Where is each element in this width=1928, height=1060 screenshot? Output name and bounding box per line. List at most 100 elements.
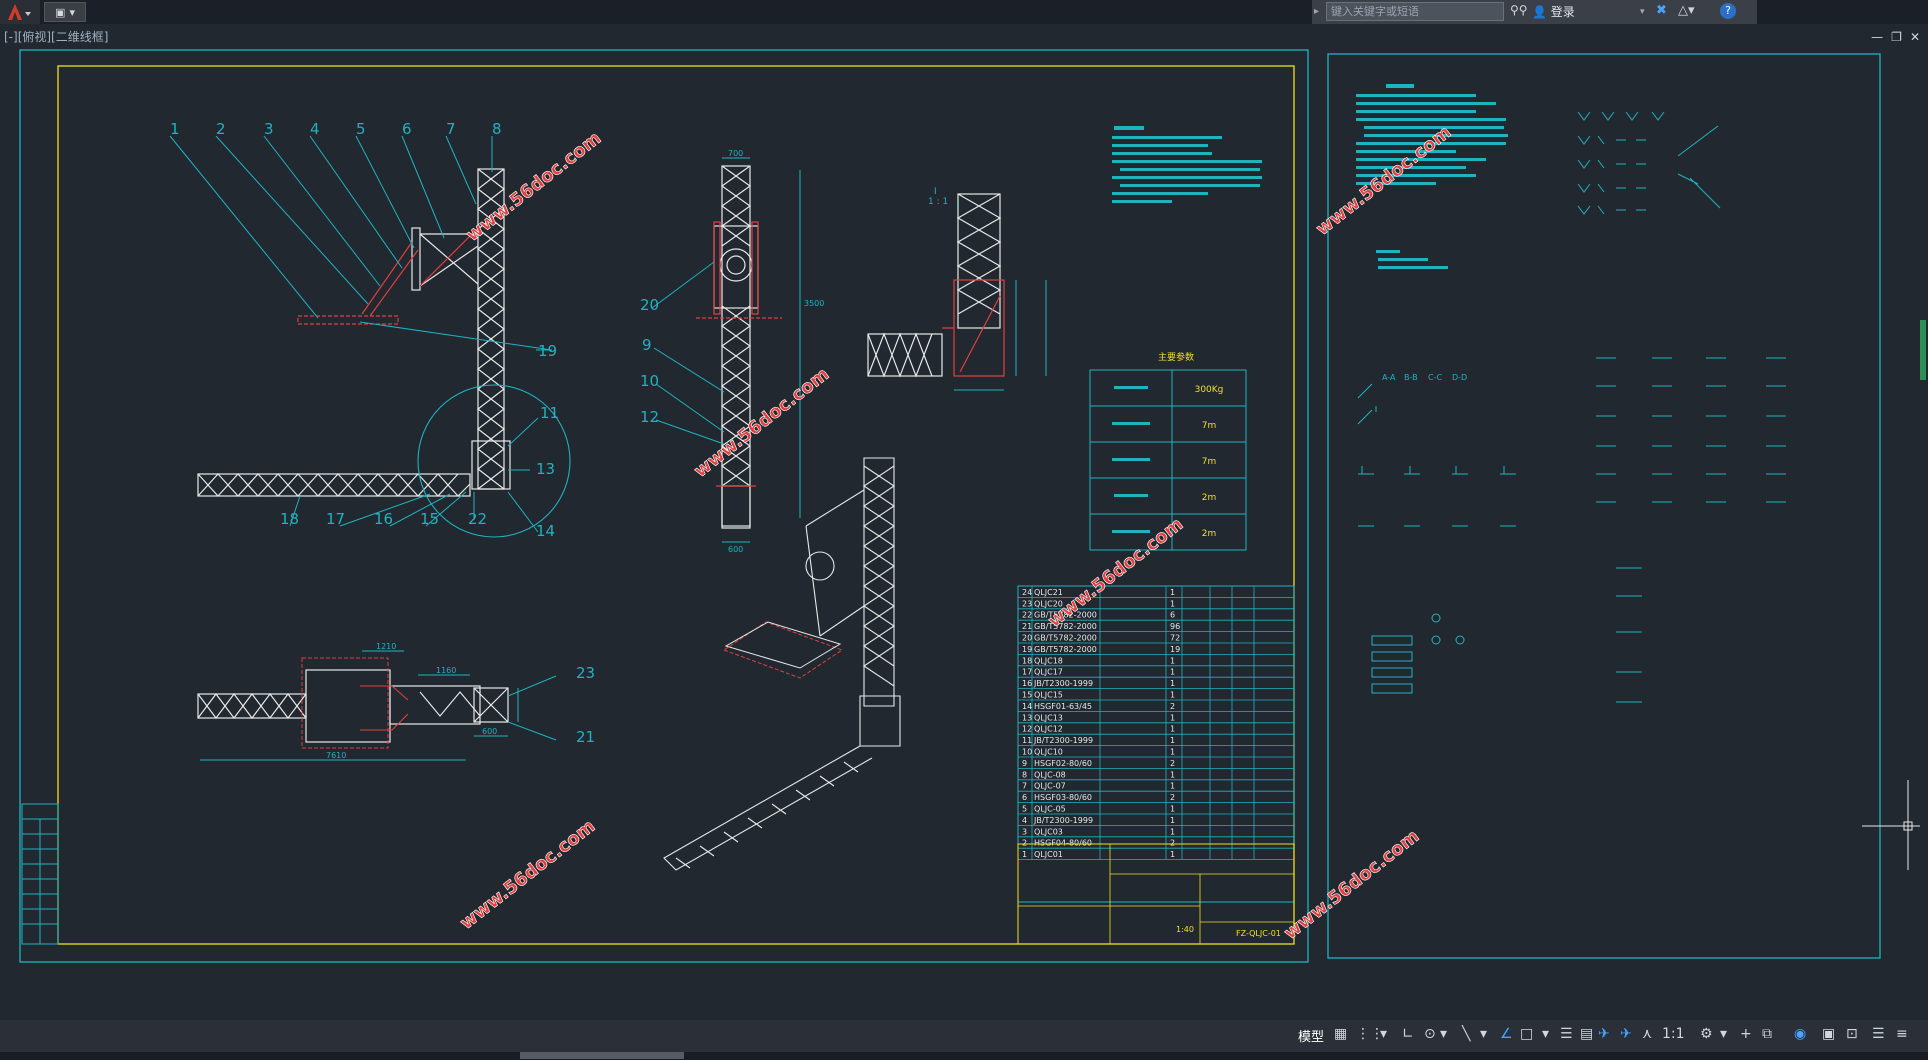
hardware-acceleration-icon[interactable]: ▣ <box>1822 1026 1835 1042</box>
bom-row-number: 3 <box>1022 827 1027 836</box>
restore-icon[interactable]: ❐ <box>1891 30 1902 44</box>
bom-row-number: 12 <box>1022 725 1032 734</box>
svg-text:600: 600 <box>482 727 497 736</box>
drawing-canvas[interactable]: 123 456 78 191113 142215 161718 1210 116… <box>0 46 1928 1018</box>
autocad-a-icon <box>8 4 31 20</box>
login-button[interactable]: 👤 登录 <box>1532 2 1652 22</box>
help-icon[interactable]: ? <box>1720 3 1736 19</box>
bom-row-qty: 1 <box>1170 816 1175 825</box>
bom-row-number: 4 <box>1022 816 1027 825</box>
object-snap-tracking-icon[interactable]: ∠ <box>1500 1026 1513 1042</box>
bom-row-number: 17 <box>1022 668 1032 677</box>
bom-row-code: QLJC21 <box>1034 588 1063 597</box>
sheet-border-right <box>1327 53 1881 959</box>
bom-row-number: 19 <box>1022 645 1032 654</box>
bom-row-code: QLJC03 <box>1034 827 1063 836</box>
bom-row-code: JB/T2300-1999 <box>1033 679 1093 688</box>
isodraft-dropdown-icon[interactable]: ▾ <box>1480 1026 1487 1042</box>
bom-row-code: QLJC18 <box>1034 656 1063 665</box>
svg-text:22: 22 <box>468 510 487 528</box>
bom-row-code: QLJC12 <box>1034 725 1063 734</box>
isolate-objects-icon[interactable]: ◉ <box>1794 1026 1806 1042</box>
bom-row-qty: 1 <box>1170 770 1175 779</box>
units-icon[interactable]: ⧉ <box>1762 1026 1772 1042</box>
bom-row-code: JB/T2300-1999 <box>1033 816 1093 825</box>
section-labels: A-A B-B C-C D-D <box>1382 373 1467 382</box>
login-dropdown-icon[interactable]: ▾ <box>1640 2 1645 22</box>
symbol-library <box>1357 111 1786 703</box>
annotation-visibility-icon[interactable]: ✈ <box>1598 1026 1610 1042</box>
bom-row-number: 21 <box>1022 622 1032 631</box>
param-value-4: 2m <box>1202 493 1217 503</box>
horizontal-scroll-thumb[interactable] <box>520 1052 684 1059</box>
annotation-monitor-icon[interactable]: + <box>1740 1026 1752 1042</box>
bom-row-qty: 1 <box>1170 736 1175 745</box>
minimize-icon[interactable]: — <box>1871 30 1883 44</box>
model-space-button[interactable]: 模型 <box>1298 1026 1324 1045</box>
viewport-controls[interactable]: [-][俯视][二维线框] <box>4 28 108 45</box>
bom-row-number: 13 <box>1022 713 1032 722</box>
clean-screen-icon[interactable]: ⊡ <box>1846 1026 1858 1042</box>
svg-text:20: 20 <box>640 296 659 314</box>
horizontal-scrollbar[interactable] <box>0 1052 1928 1060</box>
bom-row-qty: 1 <box>1170 588 1175 597</box>
bom-row-qty: 2 <box>1170 839 1175 848</box>
bom-row-number: 8 <box>1022 770 1027 779</box>
isodraft-icon[interactable]: ╲ <box>1462 1026 1470 1042</box>
infocenter-expand-icon[interactable]: ▸ <box>1314 2 1326 22</box>
snap-dropdown-icon[interactable]: ▾ <box>1380 1026 1387 1042</box>
workspace-dropdown-icon[interactable]: ▾ <box>1720 1026 1727 1042</box>
annotation-scale-value[interactable]: 1:1 <box>1662 1026 1685 1042</box>
object-snap-dropdown-icon[interactable]: ▾ <box>1542 1026 1549 1042</box>
customization-icon[interactable]: ☰ <box>1872 1026 1885 1042</box>
polar-icon[interactable]: ⊙ <box>1424 1026 1436 1042</box>
autodesk-360-icon[interactable]: △▾ <box>1678 3 1695 18</box>
grid-icon[interactable]: ▦ <box>1334 1026 1347 1042</box>
bom-row-code: QLJC15 <box>1034 691 1063 700</box>
svg-text:8: 8 <box>492 120 502 138</box>
left-margin-table <box>21 803 59 945</box>
bom-row-code: GB/T5782-2000 <box>1034 645 1097 654</box>
exchange-apps-icon[interactable]: ✖ <box>1656 3 1667 18</box>
svg-text:17: 17 <box>326 510 345 528</box>
watermark-text: www.56doc.com <box>462 128 605 246</box>
svg-text:15: 15 <box>420 510 439 528</box>
bom-row-number: 10 <box>1022 748 1032 757</box>
bom-row-number: 18 <box>1022 656 1032 665</box>
search-input[interactable]: 键入关键字或短语 <box>1326 2 1504 21</box>
save-icon[interactable]: ▣ <box>55 6 65 19</box>
bom-row-number: 14 <box>1022 702 1032 711</box>
dim-1210: 1210 <box>376 642 396 651</box>
bom-row-code: QLJC-05 <box>1034 805 1066 814</box>
close-icon[interactable]: ✕ <box>1910 30 1920 44</box>
main-elevation-view: 1 2 3 4 5 6 7 8 19 11 13 14 22 15 16 17 18 <box>169 120 571 540</box>
quick-access-toolbar[interactable]: ▣ ▾ <box>44 2 86 22</box>
bom-row-code: JB/T2300-1999 <box>1033 736 1093 745</box>
search-binoculars-icon[interactable]: ⚲⚲ <box>1510 3 1528 17</box>
workspace-gear-icon[interactable]: ⚙ <box>1700 1026 1713 1042</box>
section-bb-label: B-B <box>1404 373 1418 382</box>
svg-text:5: 5 <box>356 120 366 138</box>
ortho-icon[interactable]: ∟ <box>1402 1026 1414 1042</box>
transparency-icon[interactable]: ▤ <box>1580 1026 1593 1042</box>
application-menu-button[interactable] <box>0 0 40 24</box>
param-value-1: 300Kg <box>1195 385 1224 395</box>
status-menu-icon[interactable]: ≡ <box>1896 1026 1908 1042</box>
bom-row-code: HSGF04-80/60 <box>1034 839 1092 848</box>
object-snap-icon[interactable]: □ <box>1520 1026 1533 1042</box>
drawing-scale: 1:40 <box>1176 925 1194 934</box>
lineweight-icon[interactable]: ☰ <box>1560 1026 1573 1042</box>
annotation-scale-icon[interactable]: ⋏ <box>1642 1026 1652 1042</box>
auto-scale-icon[interactable]: ✈ <box>1620 1026 1632 1042</box>
svg-text:10: 10 <box>640 372 659 390</box>
dim-600: 600 <box>728 545 743 554</box>
vertical-scrollbar[interactable] <box>1920 320 1926 380</box>
bom-row-qty: 1 <box>1170 850 1175 859</box>
drawing-number: FZ-QLJC-01 <box>1236 929 1281 938</box>
polar-dropdown-icon[interactable]: ▾ <box>1440 1026 1447 1042</box>
bom-row-code: GB/T5782-2000 <box>1034 634 1097 643</box>
chevron-down-icon[interactable]: ▾ <box>69 6 75 19</box>
bom-row-qty: 2 <box>1170 702 1175 711</box>
bom-row-code: QLJC13 <box>1034 713 1063 722</box>
drawing-window-controls: — ❐ ✕ <box>1871 30 1920 44</box>
